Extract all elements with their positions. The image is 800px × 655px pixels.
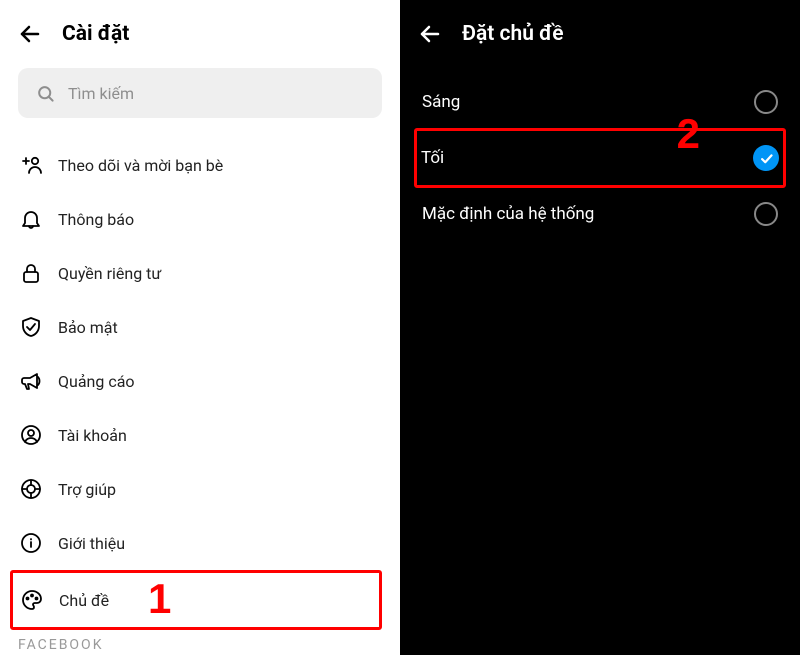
user-plus-icon	[18, 152, 44, 178]
radio-checked-icon	[753, 145, 779, 171]
search-placeholder: Tìm kiếm	[68, 84, 134, 103]
menu-label: Quyền riêng tư	[58, 264, 161, 283]
theme-options: Sáng Tối Mặc định của hệ thống	[400, 64, 800, 252]
radio-unchecked-icon	[754, 202, 778, 226]
menu-privacy[interactable]: Quyền riêng tư	[18, 246, 382, 300]
theme-option-label: Sáng	[422, 92, 460, 112]
theme-option-system[interactable]: Mặc định của hệ thống	[418, 188, 782, 240]
settings-header: Cài đặt	[0, 0, 400, 64]
lock-icon	[18, 260, 44, 286]
radio-unchecked-icon	[754, 90, 778, 114]
menu-follow-invite[interactable]: Theo dõi và mời bạn bè	[18, 138, 382, 192]
footer-label: FACEBOOK	[18, 637, 103, 653]
menu-security[interactable]: Bảo mật	[18, 300, 382, 354]
search-icon	[32, 80, 58, 106]
settings-title: Cài đặt	[62, 22, 129, 46]
menu-label: Thông báo	[58, 210, 134, 229]
back-icon[interactable]	[18, 22, 42, 46]
menu-label: Tài khoản	[58, 426, 127, 445]
menu-ads[interactable]: Quảng cáo	[18, 354, 382, 408]
help-icon	[18, 476, 44, 502]
menu-help[interactable]: Trợ giúp	[18, 462, 382, 516]
menu-about[interactable]: Giới thiệu	[18, 516, 382, 570]
account-icon	[18, 422, 44, 448]
theme-option-dark[interactable]: Tối	[414, 128, 786, 188]
back-icon[interactable]	[418, 22, 442, 46]
search-input[interactable]: Tìm kiếm	[18, 68, 382, 118]
shield-icon	[18, 314, 44, 340]
theme-option-label: Tối	[421, 148, 444, 168]
bell-icon	[18, 206, 44, 232]
menu-label: Quảng cáo	[58, 372, 135, 391]
info-icon	[18, 530, 44, 556]
menu-theme[interactable]: Chủ đề	[10, 570, 382, 630]
menu-label: Trợ giúp	[58, 480, 116, 499]
menu-account[interactable]: Tài khoản	[18, 408, 382, 462]
menu-label: Giới thiệu	[58, 534, 125, 553]
menu-notifications[interactable]: Thông báo	[18, 192, 382, 246]
theme-title: Đặt chủ đề	[462, 22, 564, 46]
settings-panel: Cài đặt Tìm kiếm Theo dõi và mời bạn bè …	[0, 0, 400, 655]
annotation-1: 1	[148, 575, 171, 623]
annotation-2: 2	[677, 110, 700, 158]
theme-option-label: Mặc định của hệ thống	[422, 204, 594, 224]
theme-option-light[interactable]: Sáng	[418, 76, 782, 128]
megaphone-icon	[18, 368, 44, 394]
theme-header: Đặt chủ đề	[400, 0, 800, 64]
theme-panel: Đặt chủ đề Sáng Tối Mặc định của hệ thốn…	[400, 0, 800, 655]
menu-label: Theo dõi và mời bạn bè	[58, 156, 223, 175]
menu-label: Bảo mật	[58, 318, 118, 337]
menu-label: Chủ đề	[59, 591, 109, 610]
settings-menu: Theo dõi và mời bạn bè Thông báo Quyền r…	[0, 138, 400, 630]
palette-icon	[19, 587, 45, 613]
